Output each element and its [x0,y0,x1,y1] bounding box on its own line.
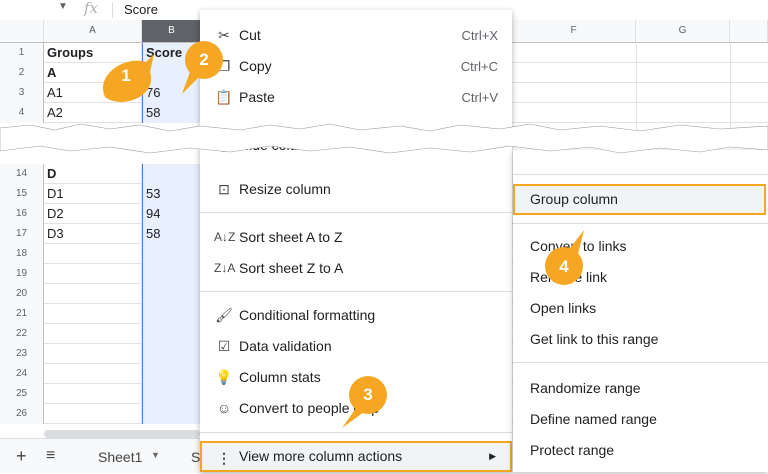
cell-b[interactable] [142,164,202,184]
add-sheet-button[interactable]: + [16,446,27,467]
row-number[interactable]: 21 [0,304,44,324]
submenu-item-protect-range[interactable]: Protect range [513,435,768,466]
cell-b[interactable]: 58 [142,224,202,244]
cell-a[interactable]: D2 [44,204,142,224]
horizontal-scrollbar[interactable] [44,430,200,438]
row-number[interactable]: 19 [0,264,44,284]
sheet-tab-bar: + ≡ Sheet1 ▼ S [0,438,200,473]
more-vert-icon: ⋮ [217,450,231,466]
row-number[interactable]: 24 [0,364,44,384]
select-all-corner[interactable] [0,20,44,42]
row-number[interactable]: 14 [0,164,44,184]
sheet-tab-next[interactable]: S [191,449,200,465]
cell-a[interactable] [44,324,142,344]
menu-divider [200,291,512,292]
cell-b[interactable] [142,244,202,264]
cell-a[interactable] [44,304,142,324]
menu-divider [200,212,512,213]
row-number[interactable]: 2 [0,63,44,83]
lightbulb-icon: 💡 [215,369,233,385]
cell-b[interactable] [142,284,202,304]
cell-a[interactable]: D [44,164,142,184]
chevron-down-icon[interactable]: ▼ [151,450,160,460]
callout-number: 3 [363,385,373,404]
menu-item-conditional-formatting[interactable]: 🖌 Conditional formatting [200,300,512,331]
cell-b[interactable]: 53 [142,184,202,204]
submenu-item-randomize-range[interactable]: Randomize range [513,373,768,404]
all-sheets-button[interactable]: ≡ [46,447,55,465]
row-number[interactable]: 17 [0,224,44,244]
people-chip-icon: ☺ [216,400,232,416]
menu-item-sort-z-a[interactable]: Z↓A Sort sheet Z to A [200,253,512,284]
menu-divider [200,432,512,433]
callout-number: 2 [199,50,209,69]
menu-item-sort-a-z[interactable]: A↓Z Sort sheet A to Z [200,222,512,253]
cell-a[interactable] [44,404,142,424]
menu-divider [513,362,768,363]
menu-item-resize-column[interactable]: ⊡ Resize column [200,174,512,205]
column-header-f[interactable]: F [512,20,636,42]
cell-a[interactable] [44,364,142,384]
chevron-right-icon: ▶ [489,451,496,461]
row-number[interactable]: 26 [0,404,44,424]
cell-a[interactable] [44,344,142,364]
cell-b[interactable] [142,404,202,424]
callout-number: 4 [559,257,569,276]
menu-item-cut[interactable]: ✂ Cut Ctrl+X [200,20,512,51]
row-number[interactable]: 1 [0,43,44,63]
torn-paper-divider [0,123,768,154]
menu-divider [513,223,768,224]
submenu-item-define-named-range[interactable]: Define named range [513,404,768,435]
row-number[interactable]: 16 [0,204,44,224]
column-header-g[interactable]: G [636,20,730,42]
validation-icon: ☑ [217,338,231,354]
row-number[interactable]: 3 [0,83,44,103]
row-number[interactable]: 25 [0,384,44,404]
menu-item-data-validation[interactable]: ☑ Data validation [200,331,512,362]
resize-icon: ⊡ [218,181,230,197]
cell-a[interactable] [44,264,142,284]
chevron-down-icon[interactable]: ▼ [58,1,68,12]
menu-item-copy[interactable]: ❐ Copy Ctrl+C [200,51,512,82]
column-actions-submenu: Group column Convert to links Remove lin… [513,150,768,472]
paint-roller-icon: 🖌 [215,307,233,323]
cell-b[interactable] [142,384,202,404]
column-header-a[interactable]: A [44,20,142,42]
menu-item-view-more-column-actions[interactable]: ⋮ View more column actions ▶ [200,441,512,472]
sheet-tab-sheet1[interactable]: Sheet1 [98,449,142,465]
cell-a[interactable] [44,244,142,264]
callout-number: 1 [121,66,131,85]
row-number[interactable]: 15 [0,184,44,204]
menu-divider [513,174,768,175]
sort-za-icon: Z↓A [214,261,236,275]
cell-b[interactable]: 94 [142,204,202,224]
formula-input[interactable]: Score [124,2,158,17]
cell-a[interactable]: D3 [44,224,142,244]
row-number[interactable]: 23 [0,344,44,364]
menu-item-paste[interactable]: 📋 Paste Ctrl+V [200,82,512,113]
row-number[interactable]: 18 [0,244,44,264]
cell-b[interactable] [142,264,202,284]
cell-b[interactable] [142,344,202,364]
column-header-h[interactable] [730,20,768,42]
submenu-item-get-link[interactable]: Get link to this range [513,324,768,355]
sort-az-icon: A↓Z [214,230,236,244]
cell-b[interactable] [142,324,202,344]
submenu-item-open-links[interactable]: Open links [513,293,768,324]
cell-a[interactable] [44,384,142,404]
cell-b[interactable] [142,304,202,324]
formula-separator [112,2,113,18]
row-number[interactable]: 20 [0,284,44,304]
cell-a[interactable]: D1 [44,184,142,204]
cell-b[interactable] [142,364,202,384]
fx-icon: fx [84,0,99,17]
row-number[interactable]: 4 [0,103,44,123]
submenu-item-group-column[interactable]: Group column [513,184,766,215]
row-number[interactable]: 22 [0,324,44,344]
cell-a[interactable] [44,284,142,304]
